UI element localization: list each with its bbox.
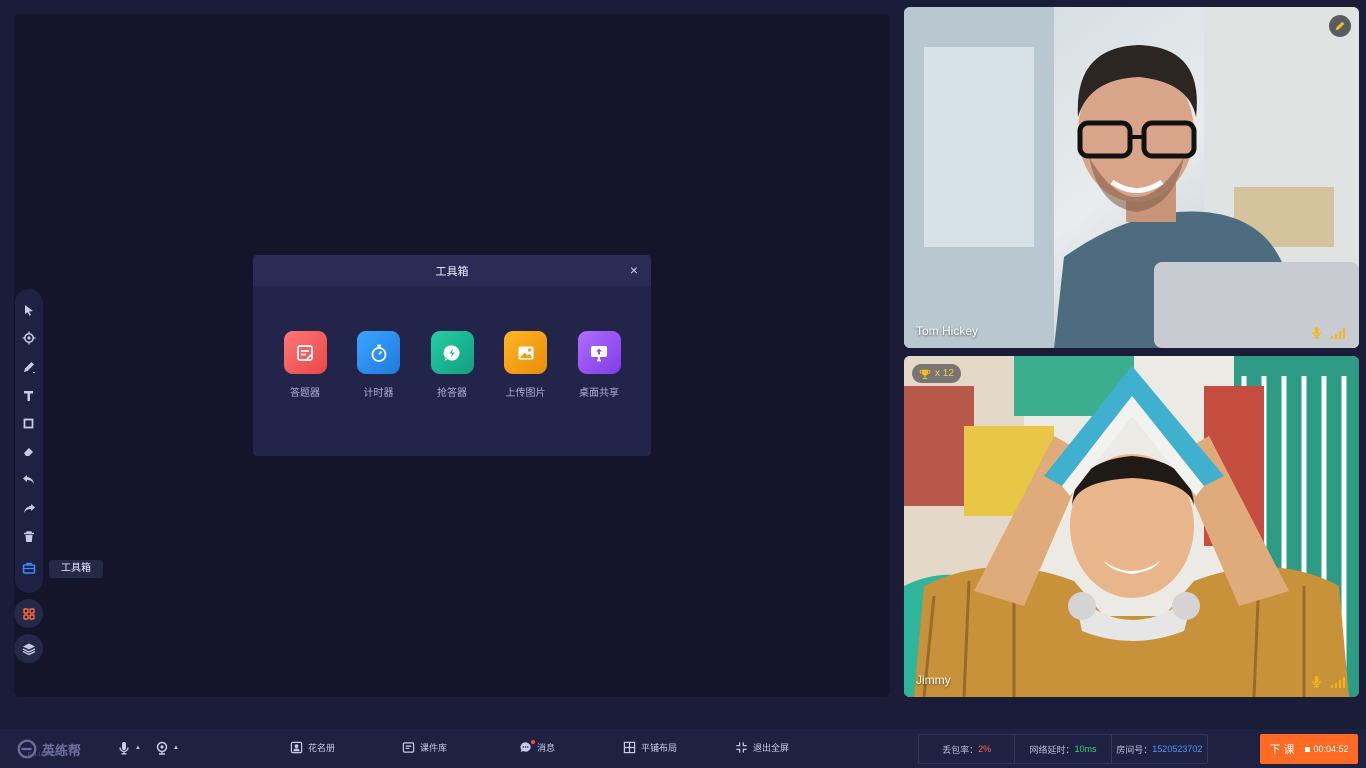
teacher-name: Tom Hickey xyxy=(916,324,979,338)
logo-subtitle: E LIANBANG xyxy=(28,752,69,758)
app-buzzer[interactable]: 抢答器 xyxy=(422,331,482,399)
apps-grid-button[interactable] xyxy=(14,599,43,628)
app-answer-sheet[interactable]: 答题器 xyxy=(275,331,335,399)
student-video[interactable]: x 12 Jimmy xyxy=(904,356,1359,697)
student-name: Jimmy xyxy=(916,673,951,687)
chat-bubble-icon xyxy=(520,742,531,753)
latency-value: 10ms xyxy=(1074,744,1097,754)
microphone-icon[interactable] xyxy=(1310,675,1323,688)
layers-icon xyxy=(22,643,35,655)
tile-layout-icon xyxy=(623,741,636,754)
class-timer: 00:04:52 xyxy=(1305,744,1349,754)
app-label: 桌面共享 xyxy=(579,388,619,399)
roster-icon xyxy=(290,741,303,754)
packet-loss-label: 丢包率： xyxy=(942,744,979,755)
class-timer-value: 00:04:52 xyxy=(1313,744,1349,754)
undo-icon[interactable] xyxy=(19,470,39,490)
latency-label: 网络延时： xyxy=(1029,744,1075,755)
exit-fullscreen-button[interactable]: 退出全屏 xyxy=(735,741,789,754)
courseware-label: 课件库 xyxy=(420,743,448,753)
roster-button[interactable]: 花名册 xyxy=(290,741,335,754)
shape-tool-icon[interactable] xyxy=(19,414,39,434)
caret-up-icon[interactable]: ▲ xyxy=(135,745,141,751)
end-class-label: 下课 xyxy=(1269,744,1298,756)
tile-layout-button[interactable]: 平铺布局 xyxy=(623,741,677,754)
trophy-icon xyxy=(919,369,931,379)
room-number: 1520523702 xyxy=(1152,744,1203,754)
teacher-video-image xyxy=(904,7,1359,348)
pencil-icon xyxy=(1335,21,1345,31)
laser-pointer-icon[interactable] xyxy=(19,328,39,348)
stopwatch-icon xyxy=(357,331,400,374)
app-label: 抢答器 xyxy=(437,388,467,399)
teacher-video[interactable]: Tom Hickey xyxy=(904,7,1359,348)
toolbox-icon[interactable] xyxy=(19,558,39,578)
toolbox-dialog: 工具箱 × 答题器 计时器 抢答器 上传图片 桌面共享 xyxy=(253,255,651,456)
messages-button[interactable]: 消息 xyxy=(519,740,556,754)
redo-icon[interactable] xyxy=(19,499,39,519)
courseware-icon xyxy=(402,742,415,753)
trash-icon[interactable] xyxy=(19,527,39,547)
webcam-icon xyxy=(156,741,168,755)
dialog-title: 工具箱 xyxy=(435,265,469,278)
messages-label: 消息 xyxy=(537,743,556,753)
student-status xyxy=(1310,675,1345,688)
unread-dot xyxy=(531,740,535,744)
packet-loss-value: 2% xyxy=(978,744,992,754)
trophy-count: x 12 xyxy=(935,368,954,379)
courseware-button[interactable]: 课件库 xyxy=(402,741,447,754)
end-class-button[interactable]: 下课 00:04:52 xyxy=(1260,734,1358,764)
roster-label: 花名册 xyxy=(308,743,336,753)
exit-fullscreen-icon xyxy=(736,742,747,753)
layers-button[interactable] xyxy=(14,634,43,663)
close-icon[interactable]: × xyxy=(627,263,641,277)
toolbox-tooltip: 工具箱 xyxy=(49,560,103,578)
dialog-header: 工具箱 × xyxy=(253,255,651,286)
latency-stat: 网络延时： 10ms xyxy=(1015,735,1112,763)
microphone-control[interactable]: ▲ xyxy=(117,741,141,755)
answer-sheet-icon xyxy=(283,331,327,374)
image-upload-icon xyxy=(504,331,547,374)
teacher-status xyxy=(1310,326,1345,339)
app-screen-share[interactable]: 桌面共享 xyxy=(569,331,629,399)
room-label: 房间号： xyxy=(1116,744,1153,755)
signal-strength-icon xyxy=(1331,677,1345,688)
trophy-count-badge: x 12 xyxy=(912,364,961,383)
microphone-icon[interactable] xyxy=(1310,326,1323,339)
app-upload-image[interactable]: 上传图片 xyxy=(496,331,556,399)
annotation-permission-badge[interactable] xyxy=(1329,15,1351,37)
screen-share-icon xyxy=(577,331,621,374)
text-tool-icon[interactable] xyxy=(19,386,39,406)
app-label: 上传图片 xyxy=(505,388,546,399)
room-number-stat: 房间号： 1520523702 xyxy=(1112,735,1207,763)
packet-loss-stat: 丢包率： 2% xyxy=(919,735,1016,763)
app-label: 答题器 xyxy=(290,388,320,399)
select-arrow-icon[interactable] xyxy=(19,300,39,320)
buzzer-icon xyxy=(430,331,474,374)
drawing-toolbar xyxy=(15,289,43,593)
app-timer[interactable]: 计时器 xyxy=(349,331,409,399)
caret-up-icon[interactable]: ▲ xyxy=(173,745,179,751)
stop-icon xyxy=(1305,747,1311,752)
signal-strength-icon xyxy=(1331,328,1345,339)
exit-fullscreen-label: 退出全屏 xyxy=(753,743,790,753)
tile-layout-label: 平铺布局 xyxy=(641,743,678,753)
student-video-image xyxy=(904,356,1359,697)
camera-control[interactable]: ▲ xyxy=(155,741,179,755)
pen-icon[interactable] xyxy=(19,357,39,377)
microphone-icon xyxy=(119,742,129,755)
app-label: 计时器 xyxy=(363,388,394,399)
network-stats: 丢包率： 2% 网络延时： 10ms 房间号： 1520523702 xyxy=(918,734,1208,764)
eraser-icon[interactable] xyxy=(19,442,39,462)
grid-icon xyxy=(22,607,35,620)
